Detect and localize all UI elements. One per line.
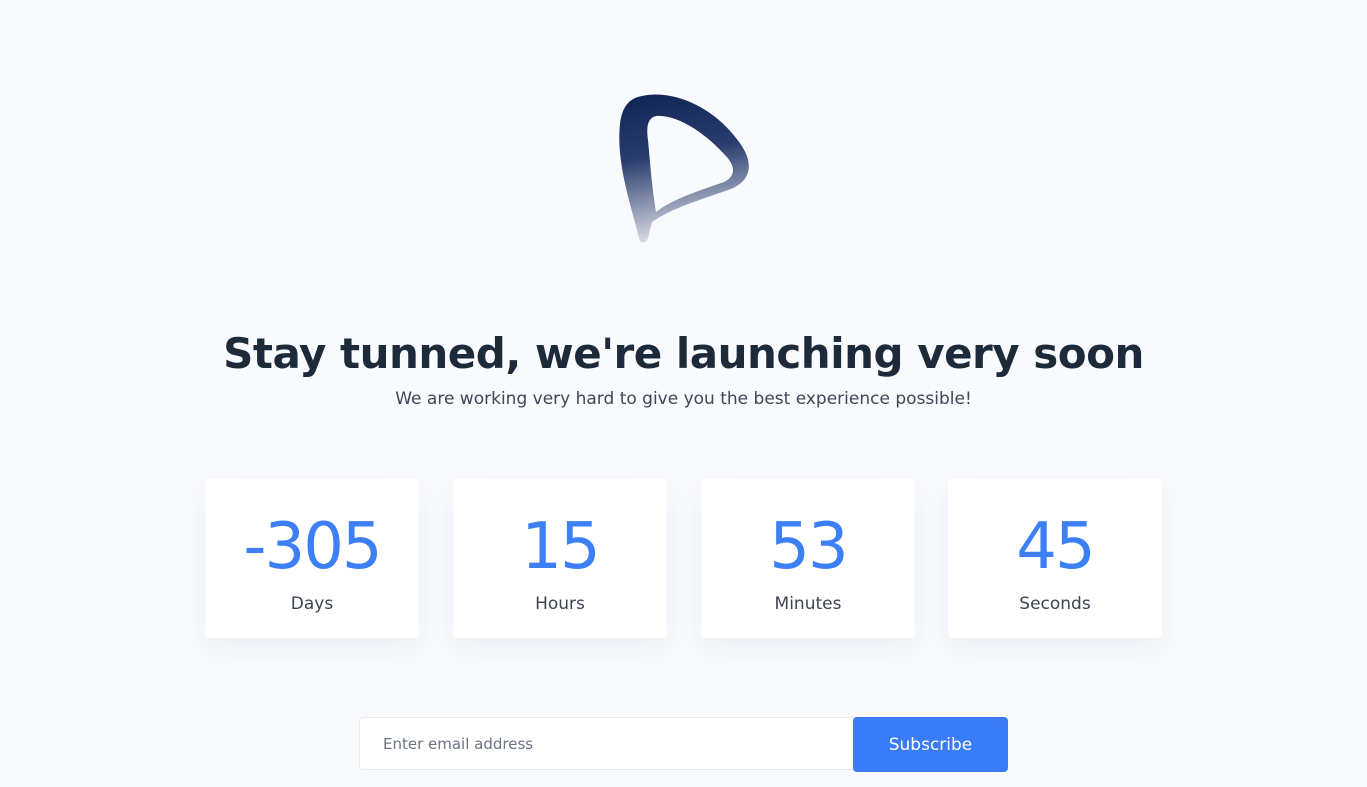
coming-soon-page: Stay tunned, we're launching very soon W… (0, 0, 1367, 787)
subscribe-form: Subscribe (359, 717, 1008, 772)
countdown-seconds-card: 45 Seconds (948, 479, 1162, 638)
p-logo-icon (619, 94, 749, 243)
countdown-minutes-label: Minutes (774, 594, 842, 614)
page-title: Stay tunned, we're launching very soon (223, 329, 1144, 378)
countdown-minutes-value: 53 (769, 510, 848, 584)
countdown-hours-card: 15 Hours (453, 479, 667, 638)
countdown-seconds-label: Seconds (1019, 594, 1091, 614)
page-subtitle: We are working very hard to give you the… (395, 389, 972, 409)
countdown-hours-label: Hours (535, 594, 585, 614)
countdown-minutes-card: 53 Minutes (701, 479, 915, 638)
email-input[interactable] (359, 717, 859, 770)
subscribe-button[interactable]: Subscribe (853, 717, 1008, 772)
countdown-timer: -305 Days 15 Hours 53 Minutes 45 Seconds (205, 479, 1162, 638)
countdown-seconds-value: 45 (1016, 510, 1095, 584)
countdown-days-card: -305 Days (205, 479, 419, 638)
countdown-days-label: Days (290, 594, 334, 614)
countdown-days-value: -305 (243, 510, 382, 584)
countdown-hours-value: 15 (521, 510, 600, 584)
